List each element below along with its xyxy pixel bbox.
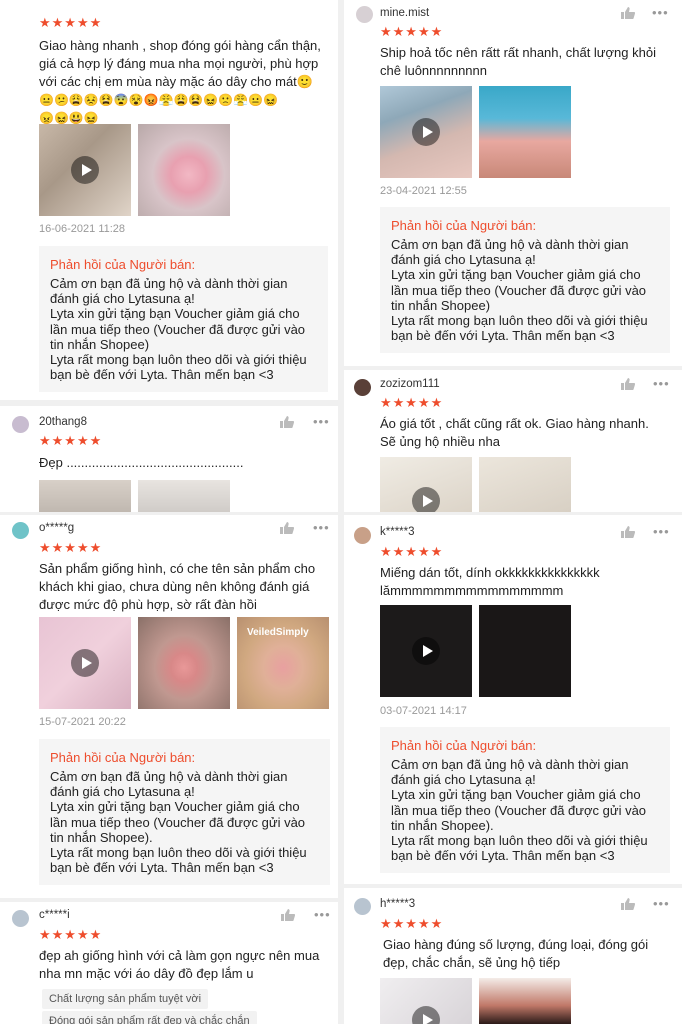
- rating-stars: ★★★★★: [380, 916, 444, 931]
- thumbs-up-icon[interactable]: [280, 522, 294, 534]
- review-card-3: 20thang8 ••• ★★★★★ Đẹp .................…: [0, 406, 338, 512]
- seller-response: Phản hồi của Người bán: Cảm ơn bạn đã ủn…: [380, 727, 670, 873]
- review-image[interactable]: VeiledSimply: [237, 617, 329, 709]
- review-card-5: o*****g ••• ★★★★★ Sản phẩm giống hình, c…: [0, 515, 338, 898]
- rating-stars: ★★★★★: [39, 540, 103, 555]
- avatar: [354, 898, 371, 915]
- review-card-8: h*****3 ••• ★★★★★ Giao hàng đúng số lượn…: [344, 888, 682, 1024]
- more-dots-icon[interactable]: •••: [313, 414, 330, 429]
- review-date: 23-04-2021 12:55: [380, 185, 467, 197]
- review-video[interactable]: [380, 86, 472, 178]
- play-icon[interactable]: [412, 1006, 440, 1024]
- review-video[interactable]: [39, 124, 131, 216]
- review-text: đẹp ah giống hình với cả làm gọn ngực nê…: [39, 948, 320, 981]
- more-dots-icon[interactable]: •••: [653, 524, 670, 539]
- seller-response-title: Phản hồi của Người bán:: [50, 750, 196, 765]
- play-icon[interactable]: [412, 637, 440, 665]
- play-icon[interactable]: [71, 649, 99, 677]
- more-dots-icon[interactable]: •••: [653, 896, 670, 911]
- seller-response: Phản hồi của Người bán: Cảm ơn bạn đã ủn…: [39, 246, 328, 392]
- play-icon[interactable]: [412, 487, 440, 512]
- more-dots-icon[interactable]: •••: [652, 5, 669, 20]
- more-dots-icon[interactable]: •••: [314, 907, 331, 922]
- seller-response-text: Cảm ơn bạn đã ủng hộ và dành thời gian đ…: [50, 276, 307, 383]
- review-tag[interactable]: Đóng gói sản phẩm rất đẹp và chắc chắn: [42, 1011, 257, 1024]
- username: mine.mist: [380, 7, 430, 19]
- more-dots-icon[interactable]: •••: [653, 376, 670, 391]
- review-card-7: c*****i ••• ★★★★★ đẹp ah giống hình với …: [0, 902, 338, 1024]
- review-image[interactable]: [479, 605, 571, 697]
- review-image[interactable]: [39, 480, 131, 512]
- seller-response-text: Cảm ơn bạn đã ủng hộ và dành thời gian đ…: [391, 757, 648, 864]
- review-video[interactable]: [380, 605, 472, 697]
- username: zozizom111: [380, 378, 440, 390]
- avatar: [12, 522, 29, 539]
- play-icon[interactable]: [71, 156, 99, 184]
- seller-response: Phản hồi của Người bán: Cảm ơn bạn đã ủn…: [39, 739, 330, 885]
- thumbs-up-icon[interactable]: [621, 378, 635, 390]
- username: 20thang8: [39, 416, 87, 428]
- username: o*****g: [39, 522, 75, 534]
- review-image[interactable]: [138, 124, 230, 216]
- review-video[interactable]: [380, 457, 472, 512]
- seller-response-text: Cảm ơn bạn đã ủng hộ và dành thời gian đ…: [50, 769, 307, 876]
- seller-response-title: Phản hồi của Người bán:: [391, 218, 537, 233]
- thumbs-up-icon[interactable]: [621, 7, 635, 19]
- review-card-4: zozizom111 ••• ★★★★★ Áo giá tốt , chất c…: [344, 370, 682, 512]
- package-label: VeiledSimply: [247, 627, 309, 638]
- avatar: [354, 379, 371, 396]
- username: k*****3: [380, 526, 415, 538]
- review-text: Miếng dán tốt, dính okkkkkkkkkkkkkkk lăm…: [380, 565, 600, 598]
- review-image[interactable]: [138, 480, 230, 512]
- avatar: [356, 6, 373, 23]
- thumbs-up-icon[interactable]: [621, 898, 635, 910]
- review-image[interactable]: [479, 978, 571, 1024]
- username: h*****3: [380, 898, 416, 910]
- thumbs-up-icon[interactable]: [281, 909, 295, 921]
- username: c*****i: [39, 909, 70, 921]
- review-text: Giao hàng nhanh , shop đóng gói hàng cẩn…: [39, 38, 321, 125]
- seller-response-title: Phản hồi của Người bán:: [391, 738, 537, 753]
- review-video[interactable]: [380, 978, 472, 1024]
- review-video[interactable]: [39, 617, 131, 709]
- rating-stars: ★★★★★: [380, 24, 444, 39]
- seller-response-text: Cảm ơn bạn đã ủng hộ và dành thời gian đ…: [391, 237, 648, 344]
- review-text: Ship hoả tốc nên rấtt rất nhanh, chất lư…: [380, 45, 656, 78]
- thumbs-up-icon[interactable]: [280, 416, 294, 428]
- review-image[interactable]: [138, 617, 230, 709]
- review-text: Giao hàng đúng số lượng, đúng loại, đóng…: [383, 937, 649, 970]
- thumbs-up-icon[interactable]: [621, 526, 635, 538]
- review-card-6: k*****3 ••• ★★★★★ Miếng dán tốt, dính ok…: [344, 515, 682, 884]
- play-icon[interactable]: [412, 118, 440, 146]
- avatar: [12, 910, 29, 927]
- rating-stars: ★★★★★: [39, 15, 103, 30]
- review-text: Đẹp ....................................…: [39, 455, 244, 470]
- review-date: 15-07-2021 20:22: [39, 716, 126, 728]
- review-card-1: ★★★★★ Giao hàng nhanh , shop đóng gói hà…: [0, 0, 338, 400]
- review-image[interactable]: [479, 457, 571, 512]
- review-card-2: mine.mist ••• ★★★★★ Ship hoả tốc nên rất…: [344, 0, 682, 366]
- rating-stars: ★★★★★: [39, 927, 103, 942]
- avatar: [354, 527, 371, 544]
- seller-response-title: Phản hồi của Người bán:: [50, 257, 196, 272]
- rating-stars: ★★★★★: [380, 544, 444, 559]
- rating-stars: ★★★★★: [39, 433, 103, 448]
- avatar: [12, 416, 29, 433]
- review-image[interactable]: [479, 86, 571, 178]
- seller-response: Phản hồi của Người bán: Cảm ơn bạn đã ủn…: [380, 207, 670, 353]
- rating-stars: ★★★★★: [380, 395, 444, 410]
- review-text: Sản phẩm giống hình, có che tên sản phẩm…: [39, 561, 316, 612]
- review-tag[interactable]: Chất lượng sản phẩm tuyệt vời: [42, 989, 209, 1009]
- more-dots-icon[interactable]: •••: [313, 520, 330, 535]
- review-text: Áo giá tốt , chất cũng rất ok. Giao hàng…: [380, 416, 649, 449]
- review-date: 03-07-2021 14:17: [380, 705, 467, 717]
- review-date: 16-06-2021 11:28: [39, 223, 126, 235]
